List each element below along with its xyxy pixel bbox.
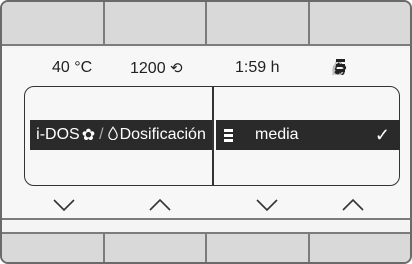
display-screen: 40 °C 1200 ⟲ 1:59 h ✿ / i-DOS ✿ / bbox=[2, 48, 410, 220]
flower-icon: ✿ bbox=[81, 127, 96, 144]
spin-readout: 1200 ⟲ bbox=[130, 59, 183, 78]
spin-value: 1200 bbox=[130, 60, 166, 77]
level-icon bbox=[336, 59, 345, 72]
top-button-4[interactable] bbox=[309, 2, 410, 46]
top-button-1[interactable] bbox=[2, 2, 105, 46]
chevron-down-icon[interactable] bbox=[52, 198, 76, 212]
bottom-button-1[interactable] bbox=[2, 232, 105, 262]
option-label-prefix: i-DOS bbox=[36, 126, 80, 143]
bottom-button-row bbox=[2, 232, 410, 262]
option-label-suffix: Dosificación bbox=[119, 126, 206, 143]
chevron-up-icon[interactable] bbox=[148, 198, 172, 212]
spin-icon: ⟲ bbox=[170, 60, 183, 77]
option-value-bar[interactable]: media ✓ bbox=[216, 120, 400, 150]
chevron-down-icon[interactable] bbox=[255, 198, 279, 212]
drop-icon bbox=[107, 125, 118, 145]
status-bar: 40 °C 1200 ⟲ 1:59 h ✿ / bbox=[2, 56, 410, 82]
display-frame: 40 °C 1200 ⟲ 1:59 h ✿ / i-DOS ✿ / bbox=[0, 0, 412, 264]
bottom-button-4[interactable] bbox=[309, 232, 410, 262]
panel-divider bbox=[212, 86, 214, 186]
top-button-row bbox=[2, 2, 410, 46]
top-button-3[interactable] bbox=[207, 2, 310, 46]
top-button-2[interactable] bbox=[104, 2, 207, 46]
chevron-up-icon[interactable] bbox=[341, 198, 365, 212]
bottom-button-2[interactable] bbox=[104, 232, 207, 262]
check-icon: ✓ bbox=[374, 124, 390, 145]
slash-separator: / bbox=[99, 126, 104, 143]
time-readout: 1:59 h bbox=[235, 59, 280, 76]
temperature-readout: 40 °C bbox=[52, 59, 93, 76]
bottom-button-3[interactable] bbox=[207, 232, 310, 262]
option-label-bar[interactable]: i-DOS ✿ / Dosificación bbox=[30, 120, 212, 150]
option-value: media bbox=[255, 126, 299, 143]
level-icon bbox=[224, 128, 233, 142]
